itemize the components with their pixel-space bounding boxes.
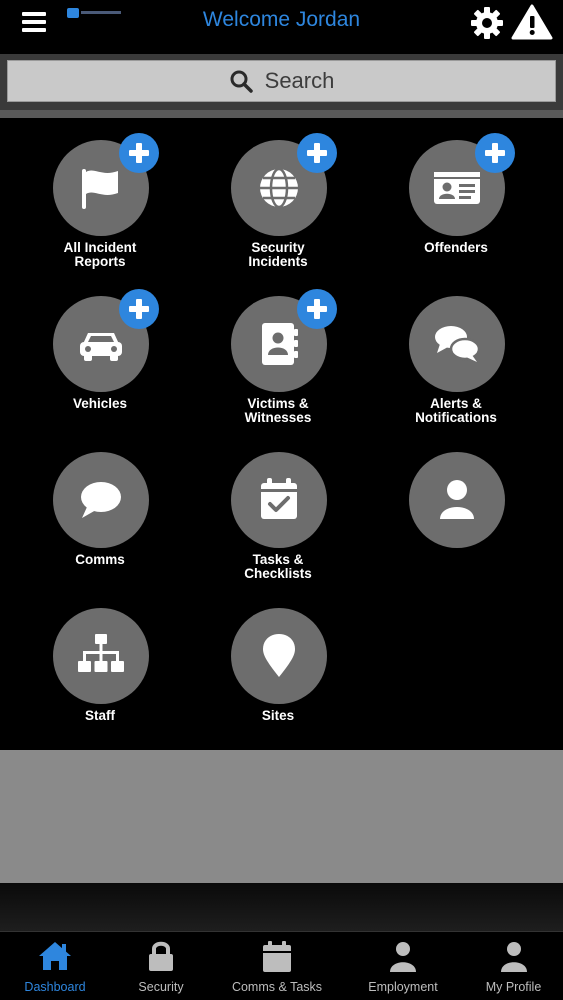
tile-sites[interactable]: Sites <box>203 586 353 736</box>
tile-label: Tasks & Checklists <box>244 552 312 581</box>
add-incident-report-button[interactable] <box>119 133 159 173</box>
search-bar: Search <box>0 54 563 110</box>
tile-label <box>381 553 531 567</box>
warning-triangle-icon[interactable] <box>511 3 553 41</box>
tile-label: All Incident Reports <box>63 240 137 269</box>
tile-all-incident-reports[interactable]: All Incident Reports <box>25 118 175 269</box>
app-header: Welcome Jordan <box>0 0 563 50</box>
tile-tasks-checklists[interactable]: Tasks & Checklists <box>203 430 353 581</box>
bottom-navigation: Dashboard Security Comms & Tasks Employm… <box>0 931 563 1000</box>
plus-icon <box>307 143 327 163</box>
calendar-icon <box>263 941 291 972</box>
tile-label: Victims & Witnesses <box>244 396 312 425</box>
car-icon <box>80 333 122 361</box>
tile-circle <box>53 452 149 548</box>
tile-circle <box>231 608 327 704</box>
empty-content-area <box>0 750 563 883</box>
tile-circle <box>409 452 505 548</box>
plus-icon <box>307 299 327 319</box>
tile-label: Offenders <box>424 240 488 255</box>
tile-label: Security Incidents <box>248 240 308 269</box>
lock-icon <box>149 941 173 971</box>
add-offender-button[interactable] <box>475 133 515 173</box>
gear-icon[interactable] <box>469 5 505 41</box>
tile-label: Vehicles <box>72 396 128 411</box>
map-pin-icon <box>263 634 295 677</box>
add-vehicle-button[interactable] <box>119 289 159 329</box>
nav-label: Employment <box>368 980 438 994</box>
nav-label: My Profile <box>485 980 542 994</box>
nav-comms-tasks[interactable]: Comms & Tasks <box>212 932 342 1000</box>
address-book-icon <box>262 323 298 365</box>
dashboard-grid: All IncidentReports SecurityIncidents <box>0 118 563 750</box>
tile-alerts-notifications[interactable]: Alerts & Notifications <box>381 274 531 425</box>
chat-bubbles-icon <box>435 326 481 362</box>
nav-security[interactable]: Security <box>110 932 212 1000</box>
tile-offenders[interactable]: Offenders <box>381 118 531 268</box>
flag-icon <box>82 169 118 209</box>
user-icon <box>500 942 527 972</box>
nav-employment[interactable]: Employment <box>342 932 464 1000</box>
tile-label: Sites <box>261 708 295 723</box>
user-icon <box>390 942 416 972</box>
search-placeholder: Search <box>264 68 335 93</box>
nav-dashboard[interactable]: Dashboard <box>0 932 110 1000</box>
tile-circle <box>53 608 149 704</box>
plus-icon <box>129 143 149 163</box>
nav-label: Dashboard <box>24 980 86 994</box>
tile-security-incidents[interactable]: Security Incidents <box>203 118 353 269</box>
search-icon <box>230 70 253 93</box>
add-security-incident-button[interactable] <box>297 133 337 173</box>
calendar-check-icon <box>261 478 297 519</box>
user-icon <box>440 480 474 519</box>
id-card-icon <box>434 172 480 204</box>
nav-label: Comms & Tasks <box>231 980 323 994</box>
tile-circle <box>231 452 327 548</box>
divider <box>0 110 563 118</box>
tile-label: Comms <box>75 552 125 567</box>
globe-icon <box>260 167 298 209</box>
tile-label: Staff <box>85 708 115 723</box>
nav-my-profile[interactable]: My Profile <box>464 932 563 1000</box>
nav-label: Security <box>138 980 184 994</box>
nav-spacer <box>0 883 563 931</box>
tile-label: Alerts & Notifications <box>415 396 497 425</box>
plus-icon <box>129 299 149 319</box>
tile-victims-witnesses[interactable]: Victims & Witnesses <box>203 274 353 425</box>
tile-vehicles[interactable]: Vehicles <box>25 274 175 424</box>
add-victim-witness-button[interactable] <box>297 289 337 329</box>
tile-circle <box>409 296 505 392</box>
speech-bubble-icon <box>81 482 121 518</box>
tile-user[interactable] <box>381 430 531 580</box>
tile-comms[interactable]: Comms <box>25 430 175 580</box>
home-icon <box>39 942 71 970</box>
org-chart-icon <box>78 634 124 672</box>
tile-staff[interactable]: Staff <box>25 586 175 736</box>
search-input[interactable]: Search <box>7 60 556 102</box>
plus-icon <box>485 143 505 163</box>
